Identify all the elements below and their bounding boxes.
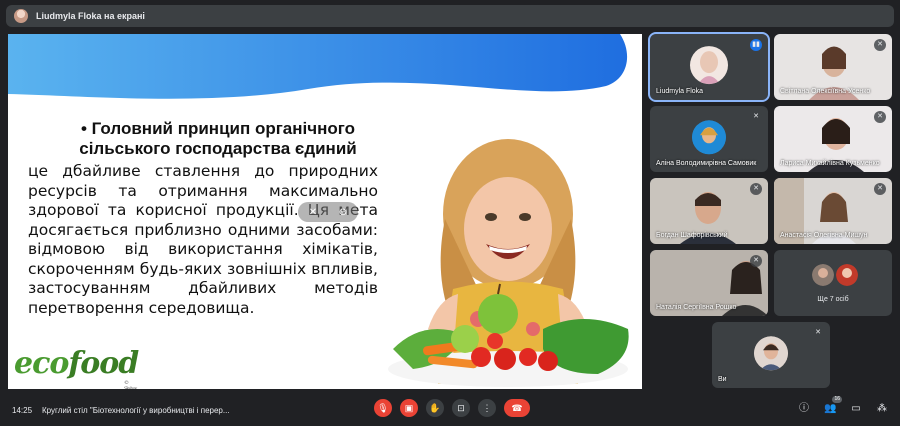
avatar bbox=[690, 46, 728, 85]
presenter-bar[interactable]: Liudmyla Floka на екрані bbox=[6, 5, 894, 27]
info-icon: ⓘ bbox=[799, 403, 809, 414]
mic-muted-icon: ✕ bbox=[750, 255, 762, 267]
hand-icon: ✋ bbox=[429, 402, 441, 413]
participant-tile[interactable]: ▮▮ Liudmyla Floka bbox=[648, 32, 770, 102]
participant-name: Анастасія Олегівна Мишун bbox=[780, 232, 868, 239]
participant-tile[interactable]: ✕ Аліна Володимирівна Самовик bbox=[650, 106, 768, 172]
participant-name: Богдан Шафорівський bbox=[656, 232, 728, 239]
participant-tile[interactable]: ✕ Наталія Сергіївна Рошко bbox=[650, 250, 768, 316]
chat-icon: ▭ bbox=[851, 403, 861, 414]
participant-tile[interactable]: ✕ Світлана Олексіївна Усенко bbox=[774, 34, 892, 100]
mic-off-icon: 🎙 bbox=[377, 402, 389, 413]
presenter-title: Liudmyla Floka на екрані bbox=[36, 11, 145, 21]
self-view-tile[interactable]: ✕ Ви bbox=[712, 322, 830, 388]
logo-subtitle: © Skybox bbox=[124, 380, 137, 389]
logo-eco-text: eco bbox=[14, 346, 69, 381]
mic-muted-icon: ✕ bbox=[750, 111, 762, 123]
camera-off-icon: ▣ bbox=[404, 402, 414, 413]
side-panel-buttons: ⓘ 👥 16 ▭ ⁂ bbox=[798, 396, 888, 415]
girl-with-vegetables-image bbox=[388, 139, 629, 387]
participant-name: Лариса Михайлівна Кузьменко bbox=[780, 160, 880, 167]
meet-window: Liudmyla Floka на екрані • Головний прин… bbox=[0, 0, 900, 426]
mouse-cursor-icon: ⬉ bbox=[628, 324, 639, 338]
people-button[interactable]: 👥 16 bbox=[824, 396, 842, 415]
participants-count-badge: 16 bbox=[832, 396, 842, 403]
avatar bbox=[754, 336, 788, 371]
camera-toggle-button[interactable]: ▣ bbox=[400, 399, 418, 417]
presentation-overlay-controls[interactable]: ✕ ⊖ bbox=[298, 202, 358, 222]
participant-name: Ви bbox=[718, 376, 727, 383]
mic-muted-icon: ✕ bbox=[874, 39, 886, 51]
present-screen-icon: ⊡ bbox=[457, 402, 465, 413]
hang-up-icon: ☎ bbox=[511, 402, 523, 413]
logo-food-text: food bbox=[68, 346, 139, 381]
more-participants-tile[interactable]: Ще 7 осіб bbox=[774, 250, 892, 316]
unpin-icon[interactable]: ✕ bbox=[309, 207, 317, 218]
participant-name: Аліна Володимирівна Самовик bbox=[656, 160, 757, 167]
raise-hand-button[interactable]: ✋ bbox=[426, 399, 444, 417]
people-icon: 👥 bbox=[824, 403, 837, 414]
participant-tile[interactable]: ✕ Богдан Шафорівський bbox=[650, 178, 768, 244]
avatar bbox=[692, 120, 726, 155]
participant-name: Liudmyla Floka bbox=[656, 88, 704, 95]
slide-heading: • Головний принцип органічного сільськог… bbox=[79, 119, 357, 158]
mic-active-icon: ▮▮ bbox=[750, 39, 762, 51]
call-controls: 🎙 ▣ ✋ ⊡ ⋮ ☎ bbox=[374, 399, 530, 417]
presenter-avatar bbox=[14, 9, 28, 23]
activities-button[interactable]: ⁂ bbox=[876, 403, 888, 415]
minus-icon[interactable]: ⊖ bbox=[339, 207, 347, 218]
leave-call-button[interactable]: ☎ bbox=[504, 399, 530, 417]
slide-body-text: це дбайливе ставлення до природних ресур… bbox=[28, 162, 378, 317]
slide-header-wave bbox=[8, 34, 628, 99]
mic-muted-icon: ✕ bbox=[812, 327, 824, 339]
shared-presentation: • Головний принцип органічного сільськог… bbox=[8, 34, 642, 389]
present-button[interactable]: ⊡ bbox=[452, 399, 470, 417]
more-options-button[interactable]: ⋮ bbox=[478, 399, 496, 417]
ecofood-logo: ecofood © Skybox bbox=[14, 346, 139, 389]
participant-name: Наталія Сергіївна Рошко bbox=[656, 304, 737, 311]
more-participants-label: Ще 7 осіб bbox=[817, 296, 849, 303]
bottom-control-bar: 14:25 Круглий стіл "Біотехнології у виро… bbox=[0, 395, 900, 426]
more-vert-icon: ⋮ bbox=[482, 402, 492, 413]
clock: 14:25 bbox=[12, 406, 33, 415]
chat-button[interactable]: ▭ bbox=[850, 403, 862, 415]
meeting-details-button[interactable]: ⓘ bbox=[798, 403, 810, 415]
mic-muted-icon: ✕ bbox=[874, 111, 886, 123]
participant-tile[interactable]: ✕ Анастасія Олегівна Мишун bbox=[774, 178, 892, 244]
participant-tile[interactable]: ✕ Лариса Михайлівна Кузьменко bbox=[774, 106, 892, 172]
mic-muted-icon: ✕ bbox=[750, 183, 762, 195]
meeting-title: Круглий стіл "Біотехнології у виробництв… bbox=[42, 406, 230, 415]
mic-toggle-button[interactable]: 🎙 bbox=[374, 399, 392, 417]
participant-name: Світлана Олексіївна Усенко bbox=[780, 88, 871, 95]
activities-icon: ⁂ bbox=[877, 403, 887, 414]
mic-muted-icon: ✕ bbox=[874, 183, 886, 195]
more-participants-avatars bbox=[812, 264, 858, 286]
